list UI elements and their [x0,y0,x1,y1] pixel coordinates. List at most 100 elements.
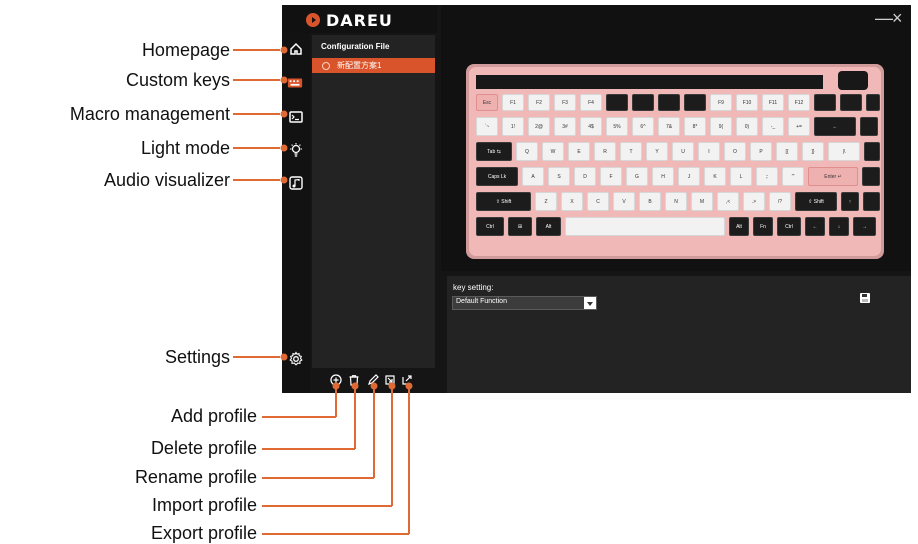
keyboard-key[interactable] [684,94,706,111]
keyboard-key[interactable]: ⊞ [508,217,532,236]
keyboard-key[interactable]: J [678,167,700,186]
keyboard-key[interactable]: Caps Lk [476,167,518,186]
delete-profile-icon[interactable] [347,373,361,387]
keyboard-key[interactable]: 3# [554,117,576,136]
save-icon[interactable] [859,292,871,304]
keyboard-key[interactable]: W [542,142,564,161]
keyboard-icon[interactable] [287,75,303,91]
keyboard-key[interactable]: .> [743,192,765,211]
keyboard-key[interactable]: ↑ [841,192,859,211]
keyboard-key[interactable]: O [724,142,746,161]
keyboard-key[interactable] [565,217,725,236]
add-profile-icon[interactable] [329,373,343,387]
keyboard-key[interactable]: `~ [476,117,498,136]
keyboard-key[interactable]: F1 [502,94,524,111]
keyboard-key[interactable]: Esc [476,94,498,111]
keyboard-key[interactable] [840,94,862,111]
keyboard-key[interactable]: ⇧ Shift [795,192,837,211]
music-note-icon[interactable] [288,175,304,191]
light-bulb-icon[interactable] [288,142,304,158]
keyboard-key[interactable]: F9 [710,94,732,111]
keyboard-key[interactable]: E [568,142,590,161]
keyboard-key[interactable]: H [652,167,674,186]
keyboard-key[interactable]: T [620,142,642,161]
keyboard-key[interactable] [866,94,880,111]
keyboard-key[interactable]: '" [782,167,804,186]
keyboard-key[interactable]: += [788,117,810,136]
keyboard-key[interactable]: Alt [536,217,561,236]
keyboard-key[interactable]: D [574,167,596,186]
keyboard-key[interactable]: M [691,192,713,211]
keyboard-key[interactable]: U [672,142,694,161]
keyboard-key[interactable]: F11 [762,94,784,111]
keyboard-key[interactable]: Ctrl [476,217,504,236]
keyboard-key[interactable]: S [548,167,570,186]
keyboard-key[interactable]: I [698,142,720,161]
keyboard-key[interactable]: Fn [753,217,773,236]
keyboard-key[interactable]: F10 [736,94,758,111]
keyboard-key[interactable]: F [600,167,622,186]
rename-profile-icon[interactable] [366,373,380,387]
keyboard-key[interactable]: K [704,167,726,186]
keyboard-key[interactable]: /? [769,192,791,211]
profile-item[interactable]: 新配置方案1 [312,58,435,73]
keyboard-key[interactable]: → [853,217,876,236]
keyboard-key[interactable] [606,94,628,111]
keyboard-key[interactable]: Tab ⇆ [476,142,512,161]
keyboard-key[interactable]: F2 [528,94,550,111]
keyboard-key[interactable]: |\ [828,142,860,161]
keyboard-key[interactable]: Y [646,142,668,161]
chevron-down-icon[interactable] [584,297,596,309]
keyboard-key[interactable]: V [613,192,635,211]
keyboard-key[interactable] [864,142,880,161]
keyboard-key[interactable]: ;: [756,167,778,186]
keyboard-key[interactable]: ← [805,217,825,236]
keyboard-key[interactable]: Q [516,142,538,161]
keyboard-key[interactable]: 9( [710,117,732,136]
keyboard-key[interactable]: Alt [729,217,749,236]
keyboard-key[interactable]: P [750,142,772,161]
keyboard-key[interactable] [658,94,680,111]
home-icon[interactable] [288,41,304,57]
keyboard-key[interactable]: 4$ [580,117,602,136]
keyboard-key[interactable] [863,192,880,211]
gear-icon[interactable] [288,351,304,367]
keyboard-key[interactable]: [{ [776,142,798,161]
keyboard-key[interactable]: Enter ↵ [808,167,858,186]
keyboard-key[interactable]: 1! [502,117,524,136]
keyboard-key[interactable]: Z [535,192,557,211]
keyboard-key[interactable]: B [639,192,661,211]
minimize-button[interactable]: — [875,9,893,27]
macro-icon[interactable] [288,109,304,125]
keyboard-key[interactable]: F3 [554,94,576,111]
keyboard-key[interactable]: N [665,192,687,211]
keyboard-key[interactable]: ← [814,117,856,136]
keyboard-key[interactable]: 6^ [632,117,654,136]
import-profile-icon[interactable] [383,373,397,387]
keyboard-key[interactable]: -_ [762,117,784,136]
keyboard-key[interactable] [862,167,880,186]
close-button[interactable]: × [892,9,903,27]
keyboard-key[interactable]: 5% [606,117,628,136]
keyboard-key[interactable]: X [561,192,583,211]
keyboard-key[interactable]: 8* [684,117,706,136]
keyboard-key[interactable]: R [594,142,616,161]
keyboard-key[interactable]: F4 [580,94,602,111]
keyboard-key[interactable]: G [626,167,648,186]
keyboard-key[interactable]: Ctrl [777,217,801,236]
keyboard-key[interactable]: 7& [658,117,680,136]
keyboard-key[interactable] [860,117,878,136]
key-function-select[interactable]: Default Function [452,296,597,310]
keyboard-key[interactable]: ]} [802,142,824,161]
keyboard-key[interactable]: 2@ [528,117,550,136]
keyboard-key[interactable]: ⇧ Shift [476,192,531,211]
keyboard-key[interactable]: C [587,192,609,211]
keyboard-key[interactable]: F12 [788,94,810,111]
keyboard-key[interactable]: 0) [736,117,758,136]
keyboard-key[interactable] [814,94,836,111]
keyboard-key[interactable]: L [730,167,752,186]
export-profile-icon[interactable] [400,373,414,387]
keyboard-key[interactable]: ↓ [829,217,849,236]
keyboard-key[interactable]: A [522,167,544,186]
keyboard-key[interactable] [632,94,654,111]
